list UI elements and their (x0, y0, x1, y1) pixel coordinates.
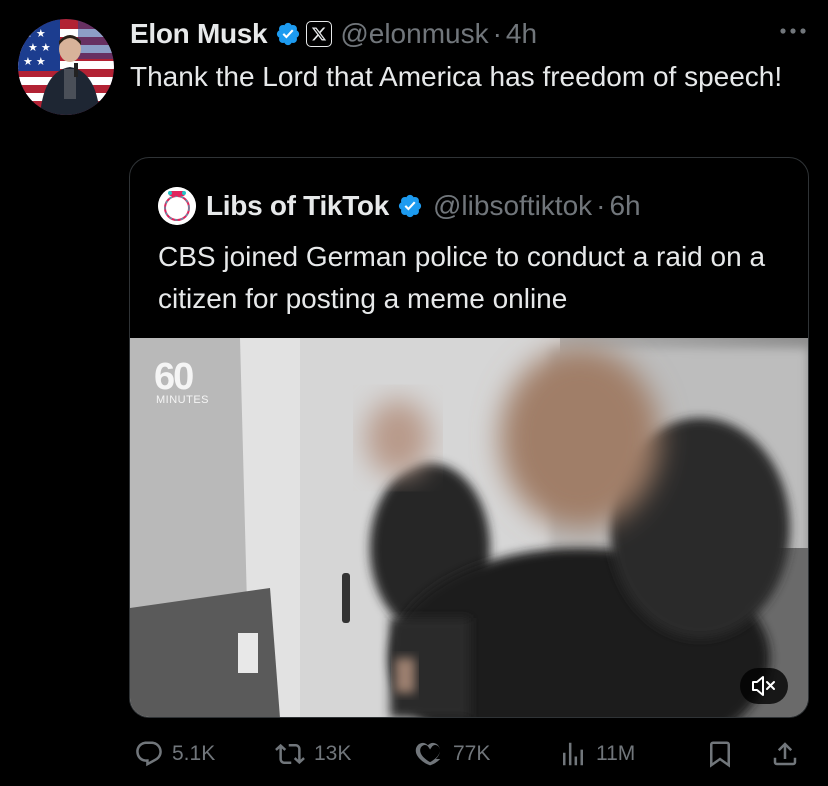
share-button[interactable] (770, 732, 800, 776)
views-icon (563, 742, 583, 766)
quoted-author-name[interactable]: Libs of TikTok (206, 190, 389, 222)
quoted-post-time[interactable]: 6h (609, 190, 640, 222)
post-time[interactable]: 4h (506, 18, 537, 50)
x-logo-badge-icon[interactable] (306, 21, 333, 47)
mute-button[interactable] (740, 668, 788, 704)
heart-icon (415, 742, 441, 766)
verified-badge-icon[interactable] (397, 193, 423, 219)
post-text: Thank the Lord that America has freedom … (130, 61, 783, 92)
quoted-post-header: Libs of TikTok @libsoftiktok · 6h (158, 184, 641, 228)
verified-badge-icon[interactable] (275, 21, 301, 47)
action-bar: 5.1K 13K 77K 11M (130, 732, 810, 776)
author-handle[interactable]: @elonmusk (340, 18, 488, 50)
quoted-author-handle[interactable]: @libsoftiktok (433, 190, 592, 222)
video-player[interactable]: 60 MINUTES (130, 338, 808, 717)
svg-text:★ ★: ★ ★ (28, 42, 51, 54)
quoted-author-avatar[interactable] (158, 187, 196, 225)
share-icon (773, 742, 797, 766)
time-separator: · (596, 190, 606, 221)
quoted-post[interactable]: Libs of TikTok @libsoftiktok · 6h CBS jo… (129, 157, 809, 718)
watermark-word: MINUTES (156, 394, 209, 406)
reply-count: 5.1K (172, 742, 216, 765)
views-button[interactable]: 11M (558, 732, 635, 776)
repost-icon (275, 743, 305, 765)
repost-count: 13K (314, 742, 352, 765)
avatar-image: ★ ★ ★ ★ ★ ★ (18, 19, 114, 115)
watermark-number: 60 (154, 356, 194, 398)
more-icon[interactable] (778, 26, 808, 36)
views-count: 11M (596, 742, 636, 765)
time-separator: · (492, 18, 502, 49)
svg-text:★ ★: ★ ★ (23, 28, 46, 40)
bookmark-button[interactable] (705, 732, 735, 776)
quoted-post-text: CBS joined German police to conduct a ra… (158, 241, 766, 314)
svg-text:★ ★: ★ ★ (23, 56, 46, 68)
like-count: 77K (453, 742, 491, 765)
like-button[interactable]: 77K (415, 732, 490, 776)
quoted-avatar-logo-icon (158, 187, 196, 225)
author-avatar[interactable]: ★ ★ ★ ★ ★ ★ (18, 19, 114, 115)
bookmark-icon (710, 741, 730, 768)
repost-button[interactable]: 13K (274, 732, 351, 776)
video-frame (130, 338, 808, 717)
author-name[interactable]: Elon Musk (130, 18, 268, 50)
reply-icon (136, 741, 162, 767)
reply-button[interactable]: 5.1K (134, 732, 215, 776)
post-header: Elon Musk @elonmusk · 4h (130, 14, 537, 54)
volume-muted-icon (752, 676, 775, 696)
